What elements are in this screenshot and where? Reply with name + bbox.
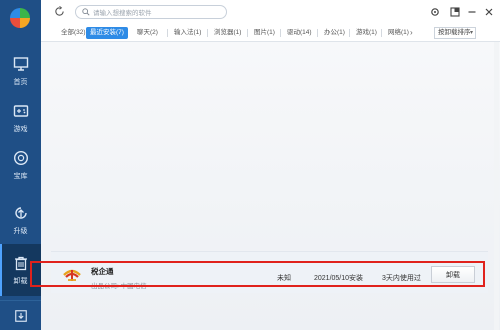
close-icon xyxy=(485,8,492,15)
sidebar-item-label: 宝库 xyxy=(13,172,28,180)
download-icon xyxy=(14,309,27,322)
search-icon xyxy=(82,8,90,16)
app-publisher: 出品公司: 中国电信 xyxy=(91,283,147,290)
sort-dropdown[interactable]: 按卸载排序 ▾ xyxy=(434,27,476,39)
tab-chat[interactable]: 聊天(2) xyxy=(133,27,162,39)
app-logo xyxy=(10,8,30,28)
sidebar-item-upgrade[interactable]: 升级 xyxy=(0,194,41,246)
download-manager-button[interactable] xyxy=(0,300,41,330)
sidebar-item-uninstall[interactable]: 卸载 xyxy=(0,244,41,296)
sidebar-item-label: 游戏 xyxy=(13,125,28,133)
tab-divider xyxy=(280,29,281,37)
refresh-icon[interactable] xyxy=(54,6,65,17)
trash-icon xyxy=(14,256,27,270)
sidebar-item-vault[interactable]: 宝库 xyxy=(0,139,41,191)
vault-icon xyxy=(13,150,28,165)
sidebar-item-label: 首页 xyxy=(13,78,28,86)
tab-divider xyxy=(381,29,382,37)
sidebar-item-games[interactable]: 游戏 xyxy=(0,92,41,144)
sort-label: 按卸载排序 xyxy=(438,29,471,36)
app-name: 税企通 xyxy=(91,267,114,276)
skin-button[interactable] xyxy=(449,6,460,17)
search-input[interactable]: 请输入想搜索的软件 xyxy=(75,5,227,19)
app-icon xyxy=(63,269,81,281)
category-tabs: 全部(32) 最近安装(7) 聊天(2) 输入法(1) 浏览器(1) 图片(1)… xyxy=(41,24,500,42)
tab-office[interactable]: 办公(1) xyxy=(320,27,349,39)
tab-input-method[interactable]: 输入法(1) xyxy=(170,27,205,39)
tab-all[interactable]: 全部(32) xyxy=(57,27,90,39)
gamepad-icon xyxy=(13,104,28,117)
tab-divider xyxy=(247,29,248,37)
tab-divider xyxy=(167,29,168,37)
tab-games[interactable]: 游戏(1) xyxy=(352,27,381,39)
monitor-icon xyxy=(13,56,28,71)
tab-recent[interactable]: 最近安装(7) xyxy=(86,27,128,39)
gear-icon xyxy=(430,7,439,16)
tab-divider xyxy=(349,29,350,37)
tab-network[interactable]: 网络(1) xyxy=(384,27,413,39)
minimize-icon xyxy=(468,10,475,13)
tab-divider xyxy=(207,29,208,37)
tab-browser[interactable]: 浏览器(1) xyxy=(210,27,245,39)
skin-icon xyxy=(449,6,460,17)
minimize-button[interactable] xyxy=(466,6,477,17)
scrollbar[interactable] xyxy=(494,42,499,330)
sidebar: 首页 游戏 宝库 升级 卸载 xyxy=(0,0,41,330)
app-size: 未知 xyxy=(277,275,291,282)
close-button[interactable] xyxy=(483,6,494,17)
tab-drivers[interactable]: 驱动(14) xyxy=(283,27,316,39)
search-placeholder: 请输入想搜索的软件 xyxy=(93,10,152,17)
chevron-down-icon: ▾ xyxy=(469,30,473,36)
chevron-right-icon[interactable]: › xyxy=(410,28,413,37)
tab-images[interactable]: 图片(1) xyxy=(250,27,279,39)
tab-divider xyxy=(317,29,318,37)
top-bar: 请输入想搜索的软件 xyxy=(41,0,500,24)
settings-button[interactable] xyxy=(429,6,440,17)
app-install-date: 2021/05/10安装 xyxy=(314,275,364,282)
app-usage: 3天内使用过 xyxy=(382,275,421,282)
uninstall-button[interactable]: 卸载 xyxy=(431,266,475,283)
upgrade-icon xyxy=(14,206,27,219)
sidebar-item-label: 卸载 xyxy=(13,277,28,285)
sidebar-item-label: 升级 xyxy=(13,227,28,235)
list-item[interactable]: 税企通 出品公司: 中国电信 未知 2021/05/10安装 3天内使用过 卸载 xyxy=(51,251,488,293)
sidebar-item-home[interactable]: 首页 xyxy=(0,45,41,97)
